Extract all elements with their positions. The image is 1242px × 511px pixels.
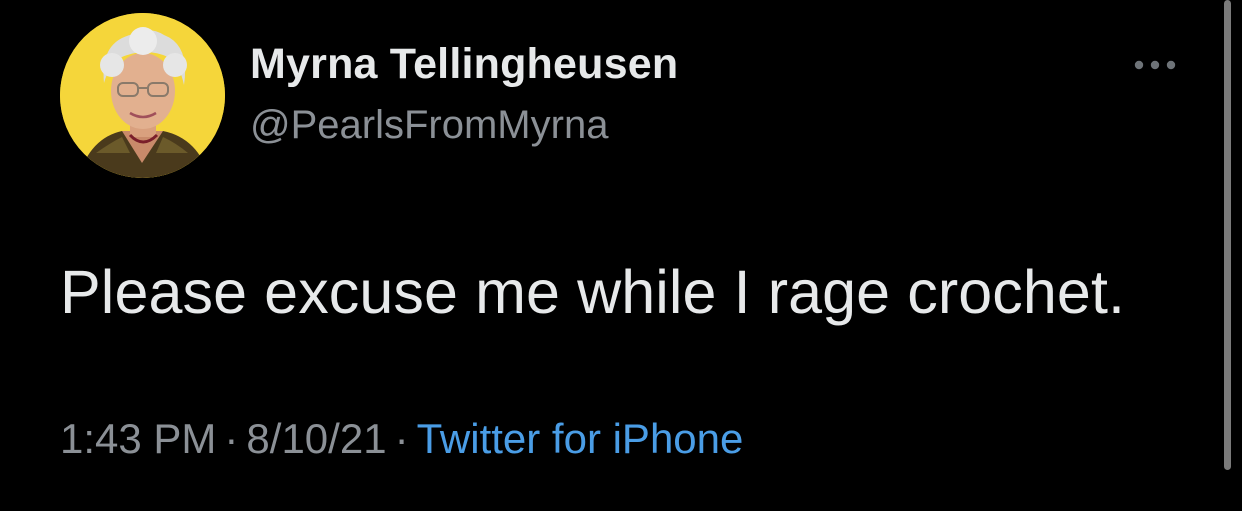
meta-separator: · [394,415,409,462]
tweet-source-link[interactable]: Twitter for iPhone [417,415,744,462]
tweet-meta: 1:43 PM · 8/10/21 · Twitter for iPhone [60,415,743,463]
author-display-name[interactable]: Myrna Tellingheusen [250,40,678,89]
avatar[interactable] [60,13,225,178]
tweet-date[interactable]: 8/10/21 [246,415,386,462]
tweet-time[interactable]: 1:43 PM [60,415,216,462]
scrollbar[interactable] [1224,0,1231,470]
meta-separator: · [224,415,239,462]
more-dots-icon [1134,60,1176,70]
tweet-text: Please excuse me while I rage crochet. [60,258,1126,326]
author-handle[interactable]: @PearlsFromMyrna [250,103,608,148]
more-options-button[interactable] [1128,50,1182,80]
user-avatar-icon [60,13,225,178]
tweet-detail: Myrna Tellingheusen @PearlsFromMyrna Ple… [0,0,1242,511]
